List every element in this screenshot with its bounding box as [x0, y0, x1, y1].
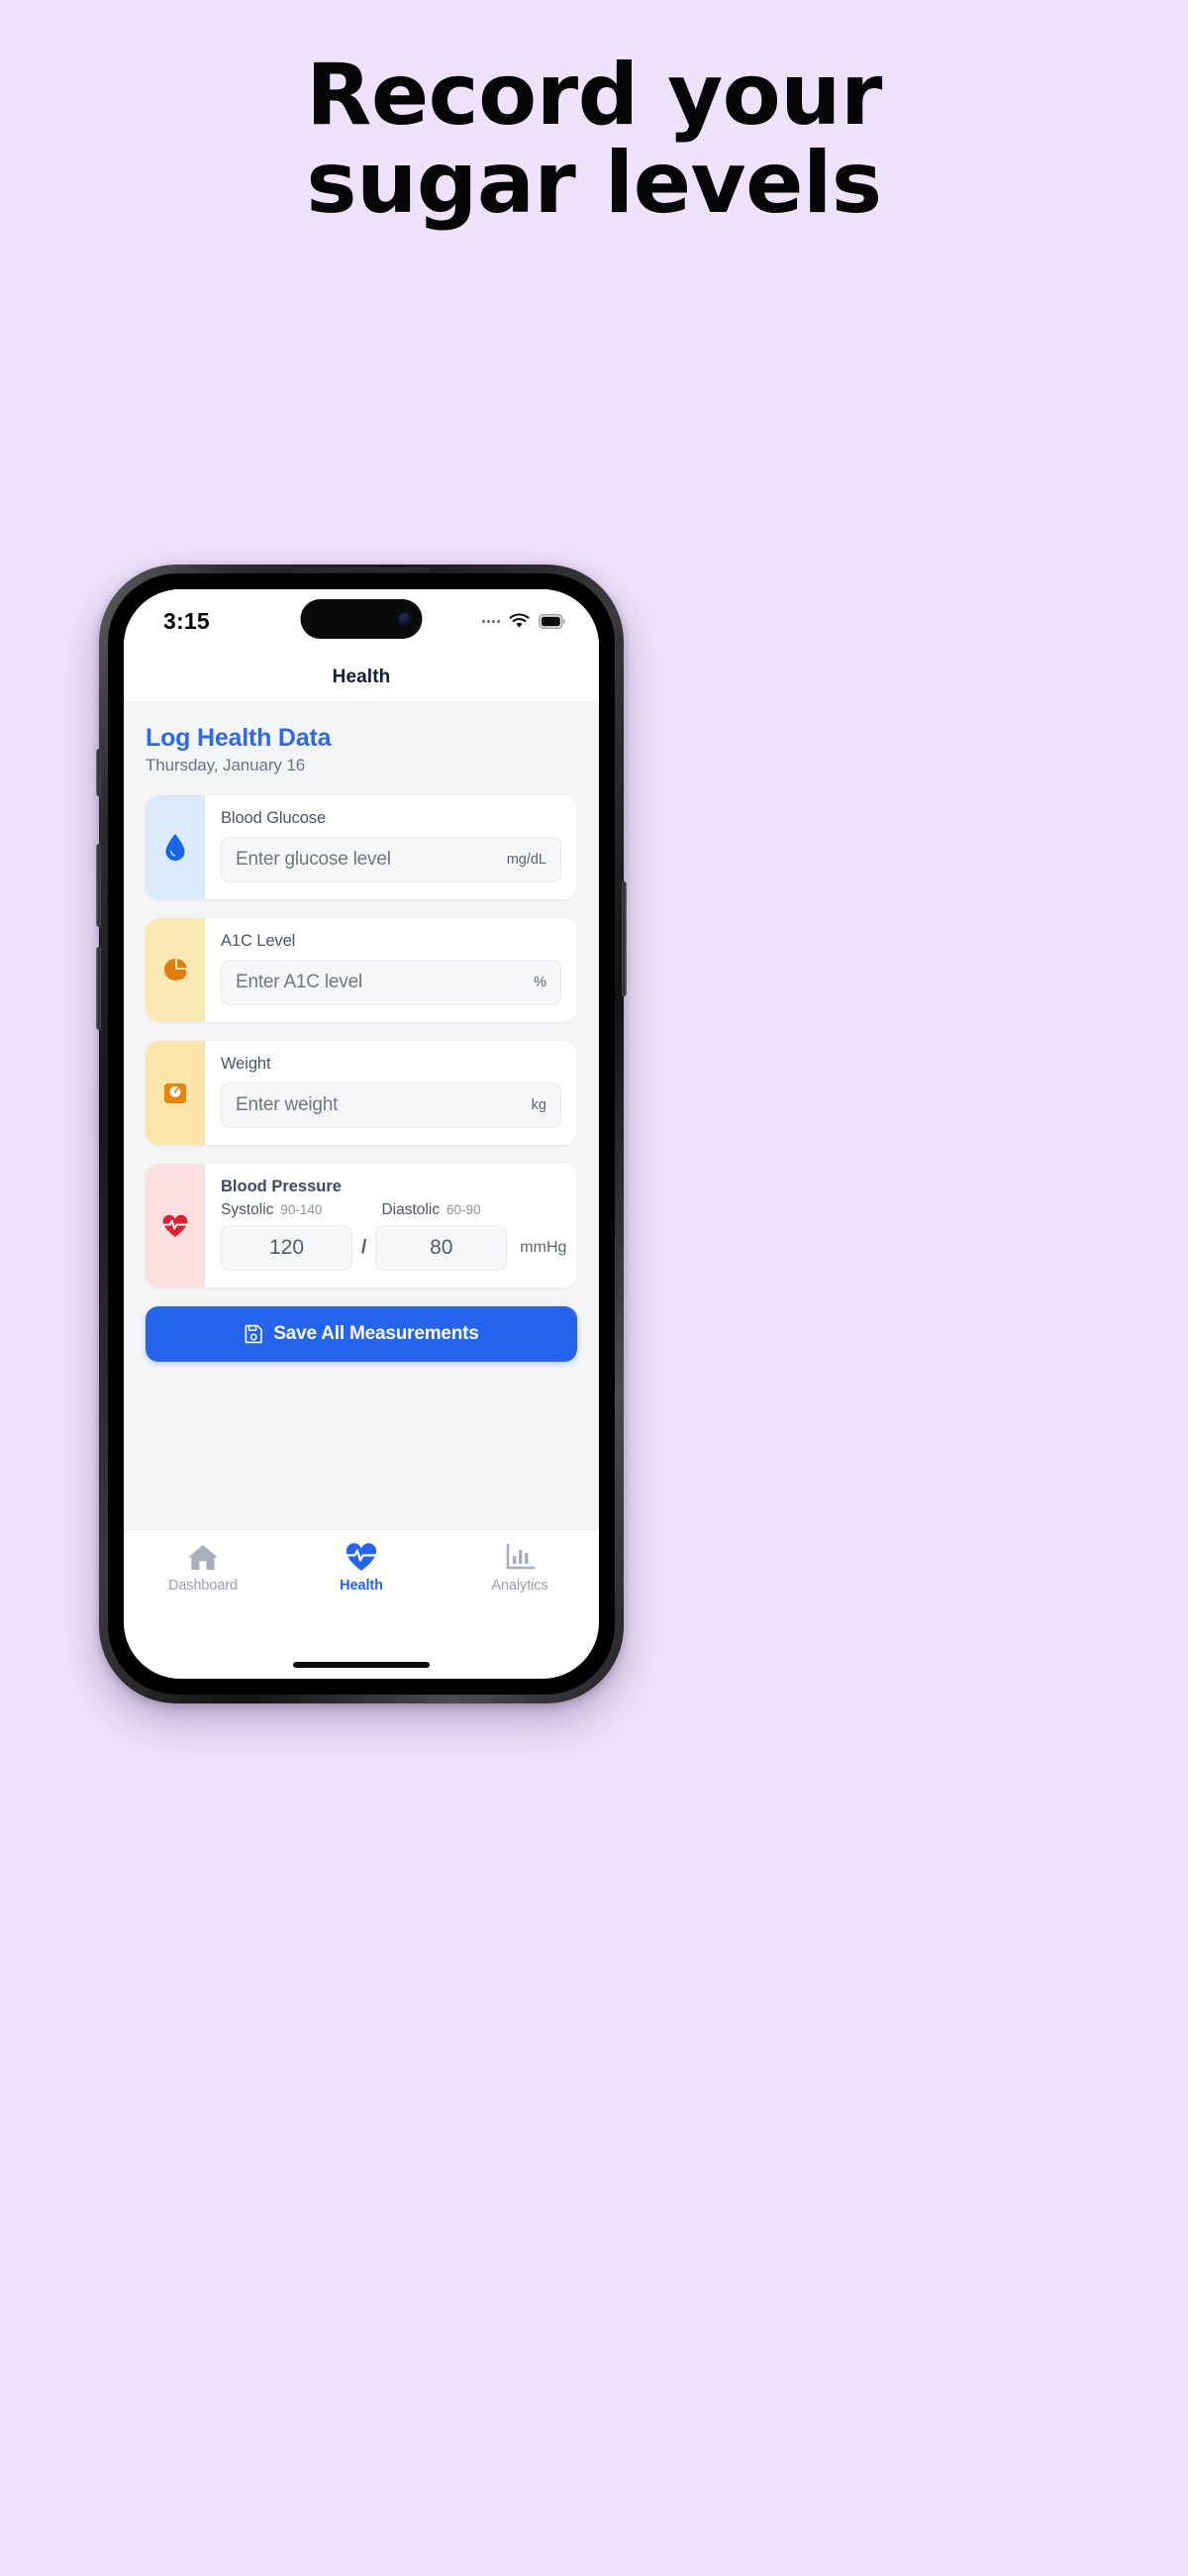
dynamic-island — [300, 599, 423, 639]
section-title: Log Health Data — [146, 724, 332, 752]
signal-dots-icon — [482, 619, 500, 623]
tab-health[interactable]: Health — [282, 1542, 441, 1594]
tab-bar: Dashboard Health Analytics — [124, 1529, 599, 1616]
bar-chart-icon — [506, 1543, 536, 1570]
input-placeholder: Enter A1C level — [236, 972, 362, 992]
page-headline: Record your sugar levels — [0, 52, 1188, 227]
volume-down-button[interactable] — [96, 947, 101, 1030]
power-button[interactable] — [622, 881, 627, 996]
heart-pulse-icon — [162, 1214, 188, 1237]
card-body: A1C Level Enter A1C level % — [205, 918, 577, 1022]
nav-bar: Health — [124, 653, 599, 702]
weight-input[interactable]: Enter weight kg — [221, 1082, 561, 1128]
diastolic-label: Diastolic — [381, 1201, 441, 1218]
tab-analytics[interactable]: Analytics — [441, 1542, 599, 1594]
section-date: Thursday, January 16 — [146, 756, 306, 774]
tab-label: Dashboard — [167, 1578, 239, 1594]
status-indicators — [482, 613, 565, 629]
tab-dashboard[interactable]: Dashboard — [124, 1542, 282, 1594]
card-body: Blood Glucose Enter glucose level mg/dL — [205, 795, 577, 899]
card-icon-strip — [146, 918, 205, 1022]
bp-hint-row: Systolic 90-140 Diastolic 60-90 — [221, 1201, 566, 1219]
systolic-range: 90-140 — [280, 1202, 323, 1217]
card-label: Blood Pressure — [221, 1178, 342, 1195]
battery-full-icon — [539, 613, 565, 629]
headline-line-1: Record your — [306, 46, 882, 145]
diastolic-input[interactable]: 80 — [375, 1225, 508, 1271]
bp-input-row: 120 / 80 mmHg — [221, 1225, 566, 1271]
diastolic-hint: Diastolic 60-90 — [381, 1201, 480, 1219]
page-title: Health — [332, 666, 391, 687]
tab-label: Health — [340, 1578, 383, 1594]
wifi-icon — [509, 613, 530, 628]
card-body: Blood Pressure Systolic 90-140 Diastolic… — [205, 1164, 577, 1288]
card-blood-pressure[interactable]: Blood Pressure Systolic 90-140 Diastolic… — [146, 1164, 577, 1288]
card-icon-strip — [146, 1041, 205, 1145]
phone-screen: 3:15 Health Log Health Data Thursday, Ja… — [124, 589, 599, 1679]
card-blood-glucose[interactable]: Blood Glucose Enter glucose level mg/dL — [146, 795, 577, 899]
save-floppy-icon — [245, 1324, 263, 1344]
card-weight[interactable]: Weight Enter weight kg — [146, 1041, 577, 1145]
card-icon-strip — [146, 1164, 205, 1288]
front-camera-icon — [398, 612, 412, 626]
status-time: 3:15 — [163, 607, 210, 634]
phone-bezel: 3:15 Health Log Health Data Thursday, Ja… — [108, 573, 615, 1695]
card-label: A1C Level — [221, 932, 296, 950]
input-unit: % — [534, 975, 546, 990]
save-button-label: Save All Measurements — [273, 1323, 479, 1344]
volume-up-button[interactable] — [96, 844, 101, 927]
phone-mockup: 3:15 Health Log Health Data Thursday, Ja… — [96, 565, 627, 1703]
card-label: Blood Glucose — [221, 809, 327, 827]
screen-content: Log Health Data Thursday, January 16 Blo… — [124, 702, 599, 1529]
card-body: Weight Enter weight kg — [205, 1041, 577, 1145]
pie-chart-icon — [163, 959, 187, 980]
bp-separator: / — [361, 1237, 367, 1258]
water-drop-icon — [165, 833, 185, 861]
systolic-label: Systolic — [221, 1201, 274, 1218]
systolic-hint: Systolic 90-140 — [221, 1201, 322, 1219]
action-button[interactable] — [96, 749, 101, 796]
glucose-input[interactable]: Enter glucose level mg/dL — [221, 837, 561, 882]
systolic-input[interactable]: 120 — [221, 1225, 352, 1271]
earpiece-speaker — [292, 567, 431, 572]
save-all-measurements-button[interactable]: Save All Measurements — [146, 1306, 577, 1362]
diastolic-range: 60-90 — [446, 1202, 481, 1217]
input-unit: mg/dL — [506, 852, 546, 868]
input-unit: kg — [531, 1097, 546, 1113]
card-a1c-level[interactable]: A1C Level Enter A1C level % — [146, 918, 577, 1022]
headline-line-2: sugar levels — [306, 133, 882, 233]
card-icon-strip — [146, 795, 205, 899]
input-placeholder: Enter weight — [236, 1094, 339, 1115]
status-bar: 3:15 — [124, 589, 599, 653]
card-label: Weight — [221, 1055, 271, 1073]
home-indicator[interactable] — [293, 1662, 430, 1668]
input-placeholder: Enter glucose level — [236, 849, 391, 870]
home-icon — [188, 1545, 218, 1570]
weight-scale-icon — [164, 1082, 186, 1103]
a1c-input[interactable]: Enter A1C level % — [221, 960, 561, 1005]
tab-label: Analytics — [491, 1578, 548, 1594]
heart-pulse-icon — [346, 1543, 377, 1571]
bp-unit: mmHg — [520, 1239, 567, 1256]
phone-frame: 3:15 Health Log Health Data Thursday, Ja… — [96, 565, 627, 1703]
